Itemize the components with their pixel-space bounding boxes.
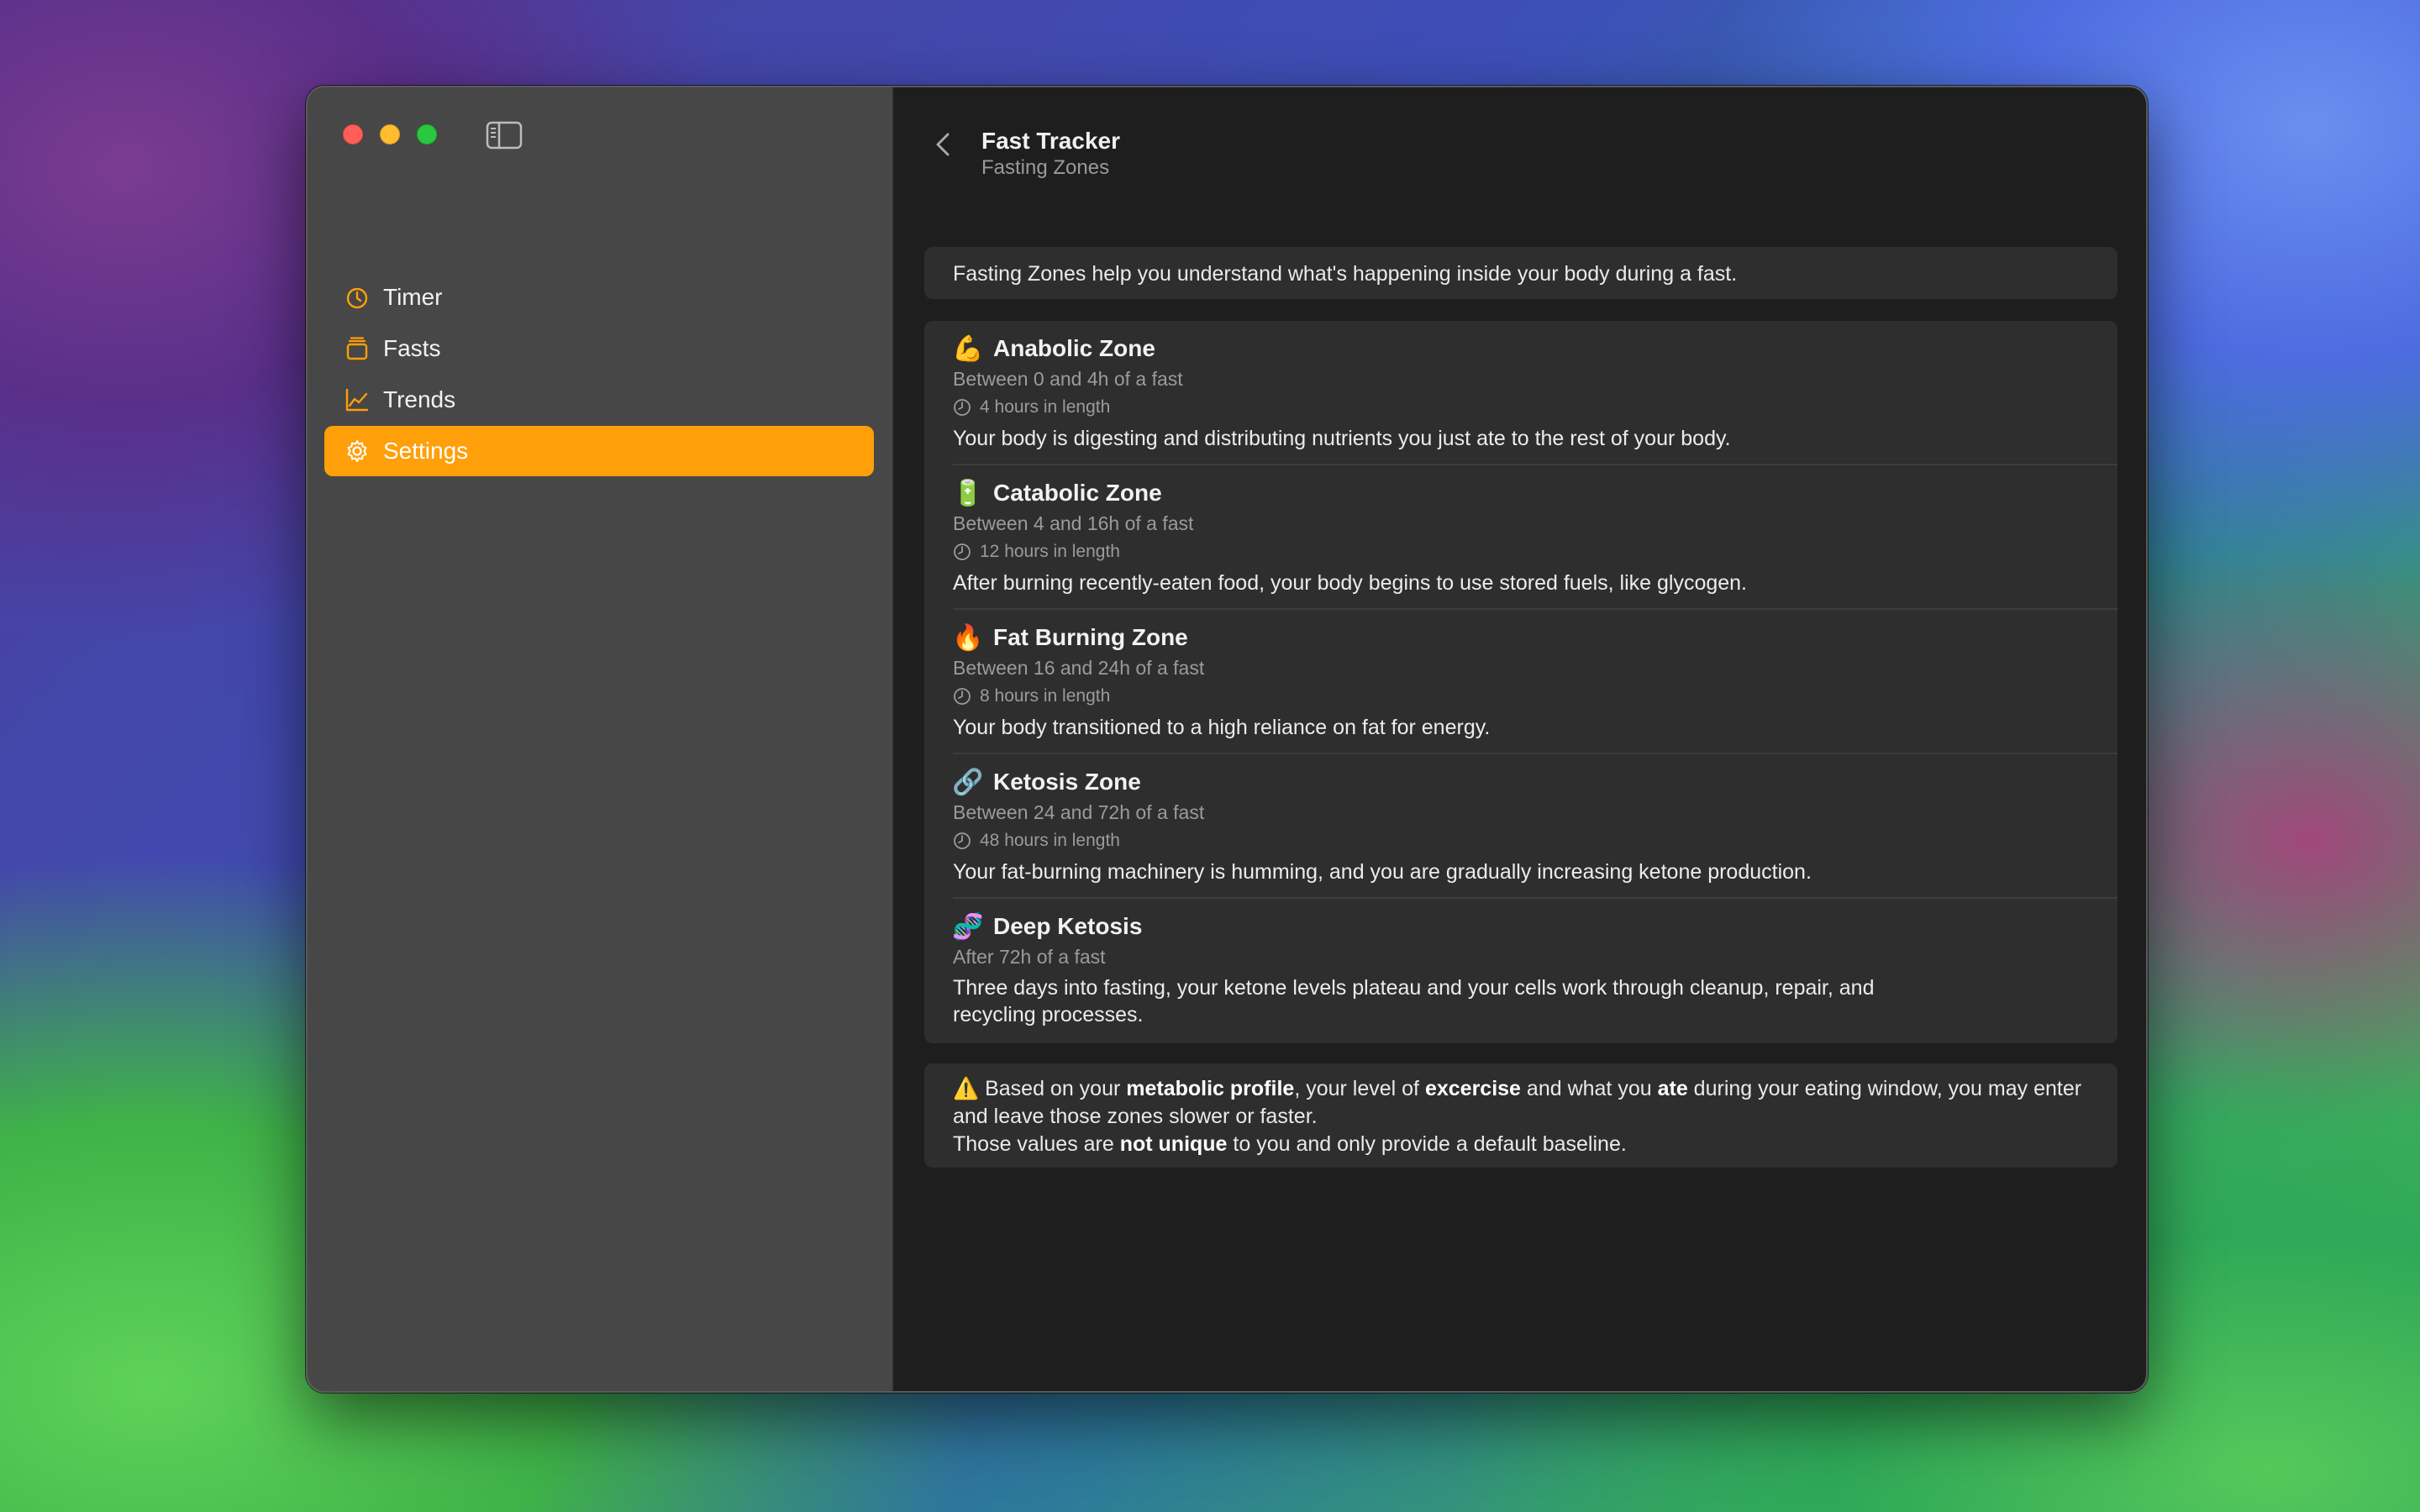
sidebar-toggle-icon[interactable] [486, 121, 523, 150]
zone-item: 🔗 Ketosis Zone Between 24 and 72h of a f… [952, 754, 2118, 899]
zone-length: 8 hours in length [980, 686, 1111, 706]
page-subtitle: Fasting Zones [981, 156, 1110, 179]
clock-icon [953, 543, 971, 561]
sidebar-item-trends[interactable]: Trends [324, 375, 874, 425]
clock-icon [953, 832, 971, 850]
zone-item: 🧬 Deep Ketosis After 72h of a fast Three… [952, 899, 2118, 1040]
sidebar-item-label: Settings [383, 438, 469, 464]
sidebar: Timer Fasts Trends Settings [308, 87, 894, 1391]
intro-card: Fasting Zones help you understand what's… [924, 247, 2118, 299]
page-title: Fast Tracker [981, 128, 1120, 154]
sidebar-nav: Timer Fasts Trends Settings [324, 272, 874, 477]
toolbar: Fast Tracker Fasting Zones [894, 109, 2146, 179]
intro-text: Fasting Zones help you understand what's… [953, 262, 1738, 286]
zone-length: 12 hours in length [980, 542, 1120, 561]
zone-description: Your body transitioned to a high relianc… [953, 716, 1491, 739]
back-chevron-icon[interactable] [931, 128, 956, 161]
zone-range: Between 0 and 4h of a fast [953, 368, 1183, 390]
zone-description: Your body is digesting and distributing … [953, 427, 1731, 450]
fire-icon: 🔥 [952, 623, 984, 652]
zone-name: Anabolic Zone [993, 335, 1155, 361]
zone-range: Between 24 and 72h of a fast [953, 801, 1205, 823]
timer-icon [343, 283, 371, 312]
link-icon: 🔗 [952, 768, 984, 796]
window-controls [343, 124, 437, 144]
disclaimer-text: ⚠️ Based on your metabolic profile, your… [953, 1077, 2082, 1128]
chart-icon [343, 386, 371, 414]
zone-item: 🔥 Fat Burning Zone Between 16 and 24h of… [952, 610, 2118, 754]
zoom-button[interactable] [417, 124, 437, 144]
clock-icon [953, 687, 971, 706]
sidebar-item-fasts[interactable]: Fasts [324, 323, 874, 374]
zone-name: Deep Ketosis [993, 913, 1143, 939]
gear-icon [343, 437, 371, 465]
battery-icon: 🔋 [952, 479, 984, 507]
zone-item: 🔋 Catabolic Zone Between 4 and 16h of a … [952, 465, 2118, 610]
zones-list: 💪 Anabolic Zone Between 0 and 4h of a fa… [924, 321, 2118, 1043]
zone-description: After burning recently-eaten food, your … [953, 571, 1748, 595]
sidebar-item-label: Timer [383, 284, 443, 310]
dna-icon: 🧬 [952, 912, 984, 941]
sidebar-item-timer[interactable]: Timer [324, 272, 874, 323]
zone-range: Between 16 and 24h of a fast [953, 657, 1205, 679]
clock-icon [953, 398, 971, 417]
zone-name: Catabolic Zone [993, 480, 1162, 506]
sidebar-item-label: Trends [383, 386, 456, 412]
main-content: Fast Tracker Fasting Zones Fasting Zones… [894, 87, 2146, 1391]
zone-name: Ketosis Zone [993, 769, 1141, 795]
warning-icon: ⚠️ [953, 1077, 980, 1100]
stack-icon [343, 334, 371, 363]
zone-length: 4 hours in length [980, 397, 1111, 417]
minimize-button[interactable] [380, 124, 400, 144]
app-window: Timer Fasts Trends Settings Fast Tracker… [306, 86, 2148, 1393]
zone-length: 48 hours in length [980, 831, 1120, 850]
disclaimer-card: ⚠️ Based on your metabolic profile, your… [924, 1063, 2118, 1168]
close-button[interactable] [343, 124, 363, 144]
sidebar-item-label: Fasts [383, 335, 441, 361]
zone-description: Your fat-burning machinery is humming, a… [953, 860, 1812, 884]
zone-description: Three days into fasting, your ketone lev… [953, 976, 1875, 1026]
zone-name: Fat Burning Zone [993, 624, 1188, 650]
flexed-biceps-icon: 💪 [952, 334, 984, 363]
zone-range: Between 4 and 16h of a fast [953, 512, 1194, 534]
disclaimer-text-2: Those values are not unique to you and o… [953, 1132, 1627, 1156]
zone-item: 💪 Anabolic Zone Between 0 and 4h of a fa… [952, 321, 2118, 465]
zone-range: After 72h of a fast [953, 946, 1106, 968]
sidebar-item-settings[interactable]: Settings [324, 426, 874, 476]
